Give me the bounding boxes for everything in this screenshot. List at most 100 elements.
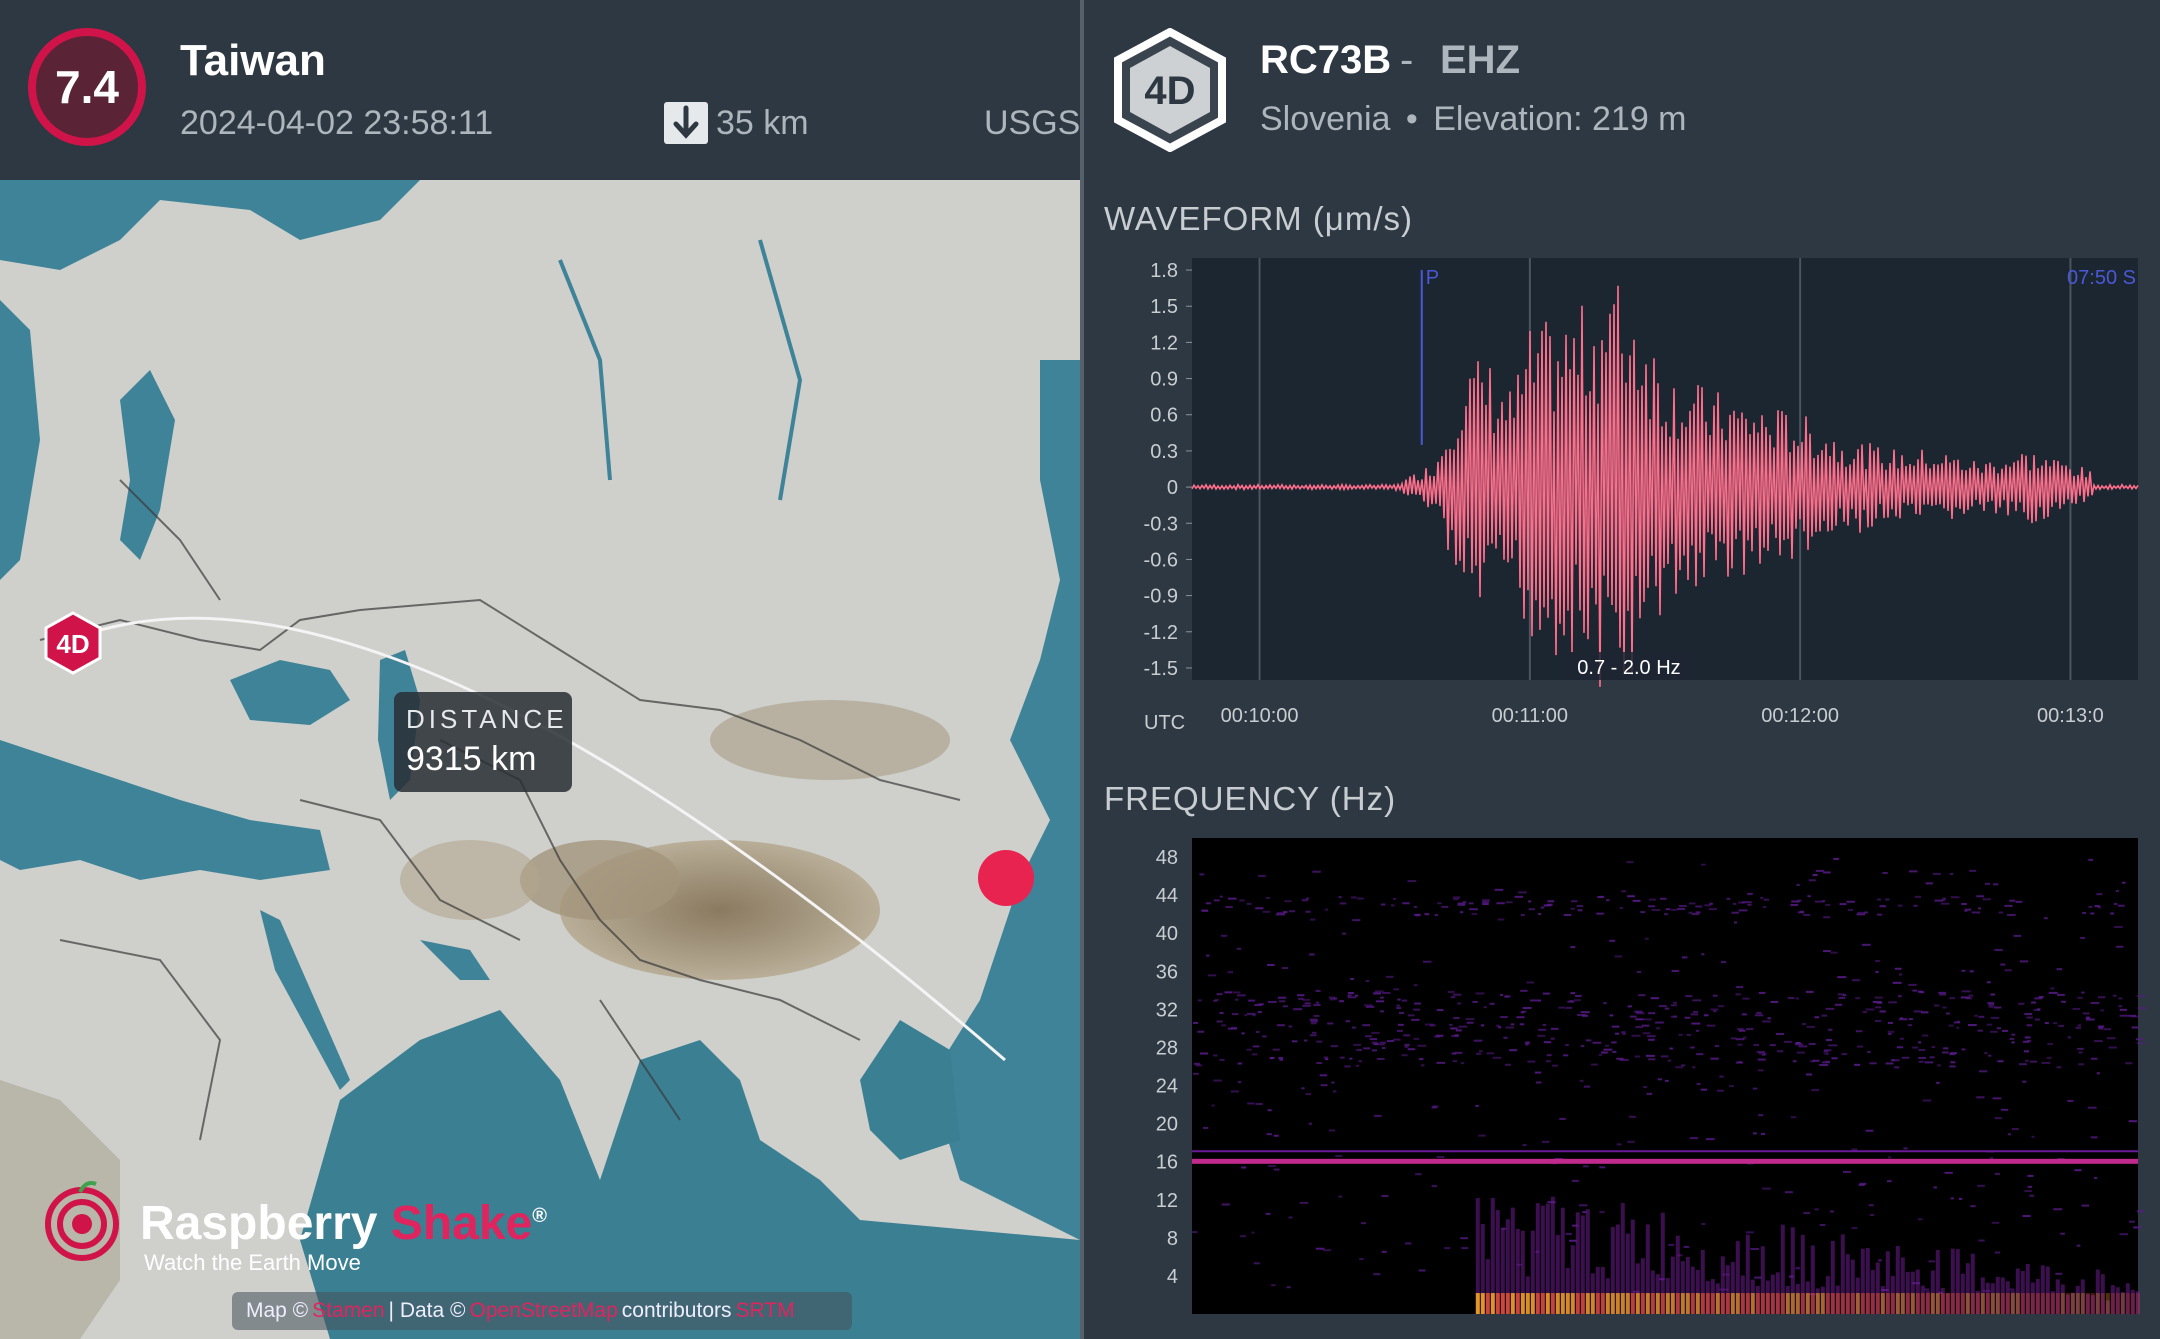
spectrogram-energy-peak — [1580, 1293, 1585, 1314]
spectrogram-cell — [1503, 1036, 1508, 1039]
spectrogram-cell — [2029, 1194, 2034, 1197]
spectrogram-cell — [2031, 1001, 2037, 1004]
spectrogram-cell — [1312, 1031, 1317, 1034]
spectrogram-cell — [1327, 1022, 1334, 1025]
spectrogram-energy-peak — [1760, 1293, 1765, 1314]
spectrogram-cell — [1509, 1049, 1518, 1052]
spectrogram-cell — [2128, 1120, 2138, 1123]
spectrogram-cell — [1933, 1186, 1937, 1189]
spectrogram-cell — [1567, 1000, 1575, 1003]
spectrogram-cell — [1950, 896, 1960, 899]
spectrogram-cell — [1805, 990, 1814, 993]
spectrogram-cell — [1675, 1066, 1684, 1069]
spectrogram-energy-peak — [2065, 1293, 2070, 1314]
spectrogram-cell — [1943, 1047, 1949, 1050]
spectrogram-cell — [1323, 1056, 1328, 1059]
spectrogram-energy-peak — [2110, 1293, 2115, 1314]
spectrogram-cell — [1790, 903, 1799, 906]
spectrogram-cell — [1710, 1057, 1719, 1060]
spectrogram-cell — [1692, 1010, 1698, 1013]
spectrogram-cell — [1193, 1021, 1199, 1024]
spectrogram-energy-peak — [1540, 1293, 1545, 1314]
spectrogram-cell — [1968, 994, 1974, 997]
waveform-x-tick: 00:12:00 — [1761, 705, 1839, 727]
spectrogram-cell — [1355, 1064, 1360, 1067]
attribution-link-osm[interactable]: OpenStreetMap — [470, 1299, 618, 1323]
spectrogram-cell — [1309, 953, 1315, 956]
spectrogram-cell — [1969, 869, 1977, 872]
spectrogram-cell — [1729, 1085, 1734, 1088]
spectrogram-cell — [1216, 993, 1223, 996]
spectrogram-energy-peak — [1860, 1293, 1865, 1314]
spectrogram-cell — [1621, 890, 1626, 893]
spectrogram-cell — [1313, 1004, 1321, 1007]
spectrogram-cell — [1381, 1250, 1387, 1253]
spectrogram-cell — [2110, 912, 2115, 915]
spectrogram-cell — [1241, 1166, 1247, 1169]
spectrogram-cell — [1691, 913, 1700, 916]
spectrogram-cell — [1444, 1247, 1451, 1250]
spectrogram-cell — [2067, 1036, 2071, 1039]
spectrogram-cell — [1286, 1286, 1291, 1289]
spectrogram-cell — [1216, 1020, 1223, 1023]
spectrogram-cell — [1932, 872, 1941, 875]
spectrogram-energy-peak — [1775, 1293, 1780, 1314]
spectrogram-energy-peak — [1915, 1293, 1920, 1314]
event-source: USGS — [984, 104, 1081, 142]
spectrogram-cell — [1201, 909, 1209, 912]
spectrogram-cell — [1563, 914, 1572, 917]
spectrogram-cell — [1978, 1015, 1985, 1018]
station-marker-label: 4D — [56, 629, 89, 659]
spectrogram-cell — [1570, 946, 1576, 949]
spectrogram-cell — [1797, 899, 1802, 902]
spectrogram-cell — [1457, 902, 1465, 905]
spectrogram-cell — [1351, 1026, 1356, 1029]
spectrogram-cell — [1457, 1002, 1462, 1005]
spectrogram-cell — [1592, 1041, 1602, 1044]
spectrogram-cell — [1663, 913, 1669, 916]
spectrogram-cell — [1742, 997, 1750, 1000]
spectrogram-cell — [1659, 897, 1667, 900]
spectrogram-cell — [1701, 863, 1706, 866]
spectrogram-cell — [1350, 977, 1354, 980]
spectrogram-cell — [1365, 1005, 1375, 1008]
spectrogram-cell — [1969, 970, 1974, 973]
epicenter-marker[interactable] — [978, 850, 1034, 906]
station-hex-icon[interactable]: 4D — [44, 611, 102, 675]
attribution-link-stamen[interactable]: Stamen — [312, 1299, 384, 1323]
spectrogram-cell — [1763, 898, 1769, 901]
spectrogram-cell — [1938, 991, 1946, 994]
spectrogram-cell — [1431, 1185, 1437, 1188]
spectrogram-cell — [1192, 1231, 1198, 1234]
spectrogram-cell — [1480, 1024, 1485, 1027]
spectrogram-cell — [1929, 1056, 1935, 1059]
spectrogram-cell — [1291, 1040, 1298, 1043]
spectrogram-cell — [2027, 1174, 2034, 1177]
spectrogram-cell — [1472, 1000, 1478, 1003]
spectrogram-cell — [1949, 997, 1956, 1000]
spectrogram-energy-peak — [1755, 1293, 1760, 1314]
spectrogram-cell — [2022, 1080, 2027, 1083]
spectrogram-cell — [2133, 1226, 2142, 1229]
spectrogram-cell — [2024, 1036, 2031, 1039]
spectrogram-cell — [1856, 913, 1865, 916]
spectrogram-cell — [1424, 1023, 1434, 1026]
spectrogram-energy-peak — [1885, 1293, 1890, 1314]
spectrogram-cell — [2115, 890, 2120, 893]
spectrogram-cell — [1415, 914, 1420, 917]
spectrogram-cell — [1246, 1048, 1252, 1051]
spectrogram-cell — [1525, 1043, 1529, 1046]
spectrogram-cell — [1232, 991, 1241, 994]
spectrogram-cell — [2048, 991, 2058, 994]
spectrogram-cell — [1265, 1212, 1271, 1215]
spectrogram-cell — [1908, 1018, 1913, 1021]
spectrogram-cell — [1310, 918, 1316, 921]
spectrogram-cell — [1583, 1165, 1589, 1168]
spectrogram-cell — [2018, 1063, 2028, 1066]
attribution-link-srtm[interactable]: SRTM — [736, 1299, 795, 1323]
spectrogram-cell — [1339, 1000, 1344, 1003]
spectrogram-energy-peak — [1950, 1293, 1955, 1314]
spectrogram-energy-peak — [1935, 1293, 1940, 1314]
spectrogram-energy-peak — [1930, 1293, 1935, 1314]
spectrogram-cell — [1497, 918, 1505, 921]
